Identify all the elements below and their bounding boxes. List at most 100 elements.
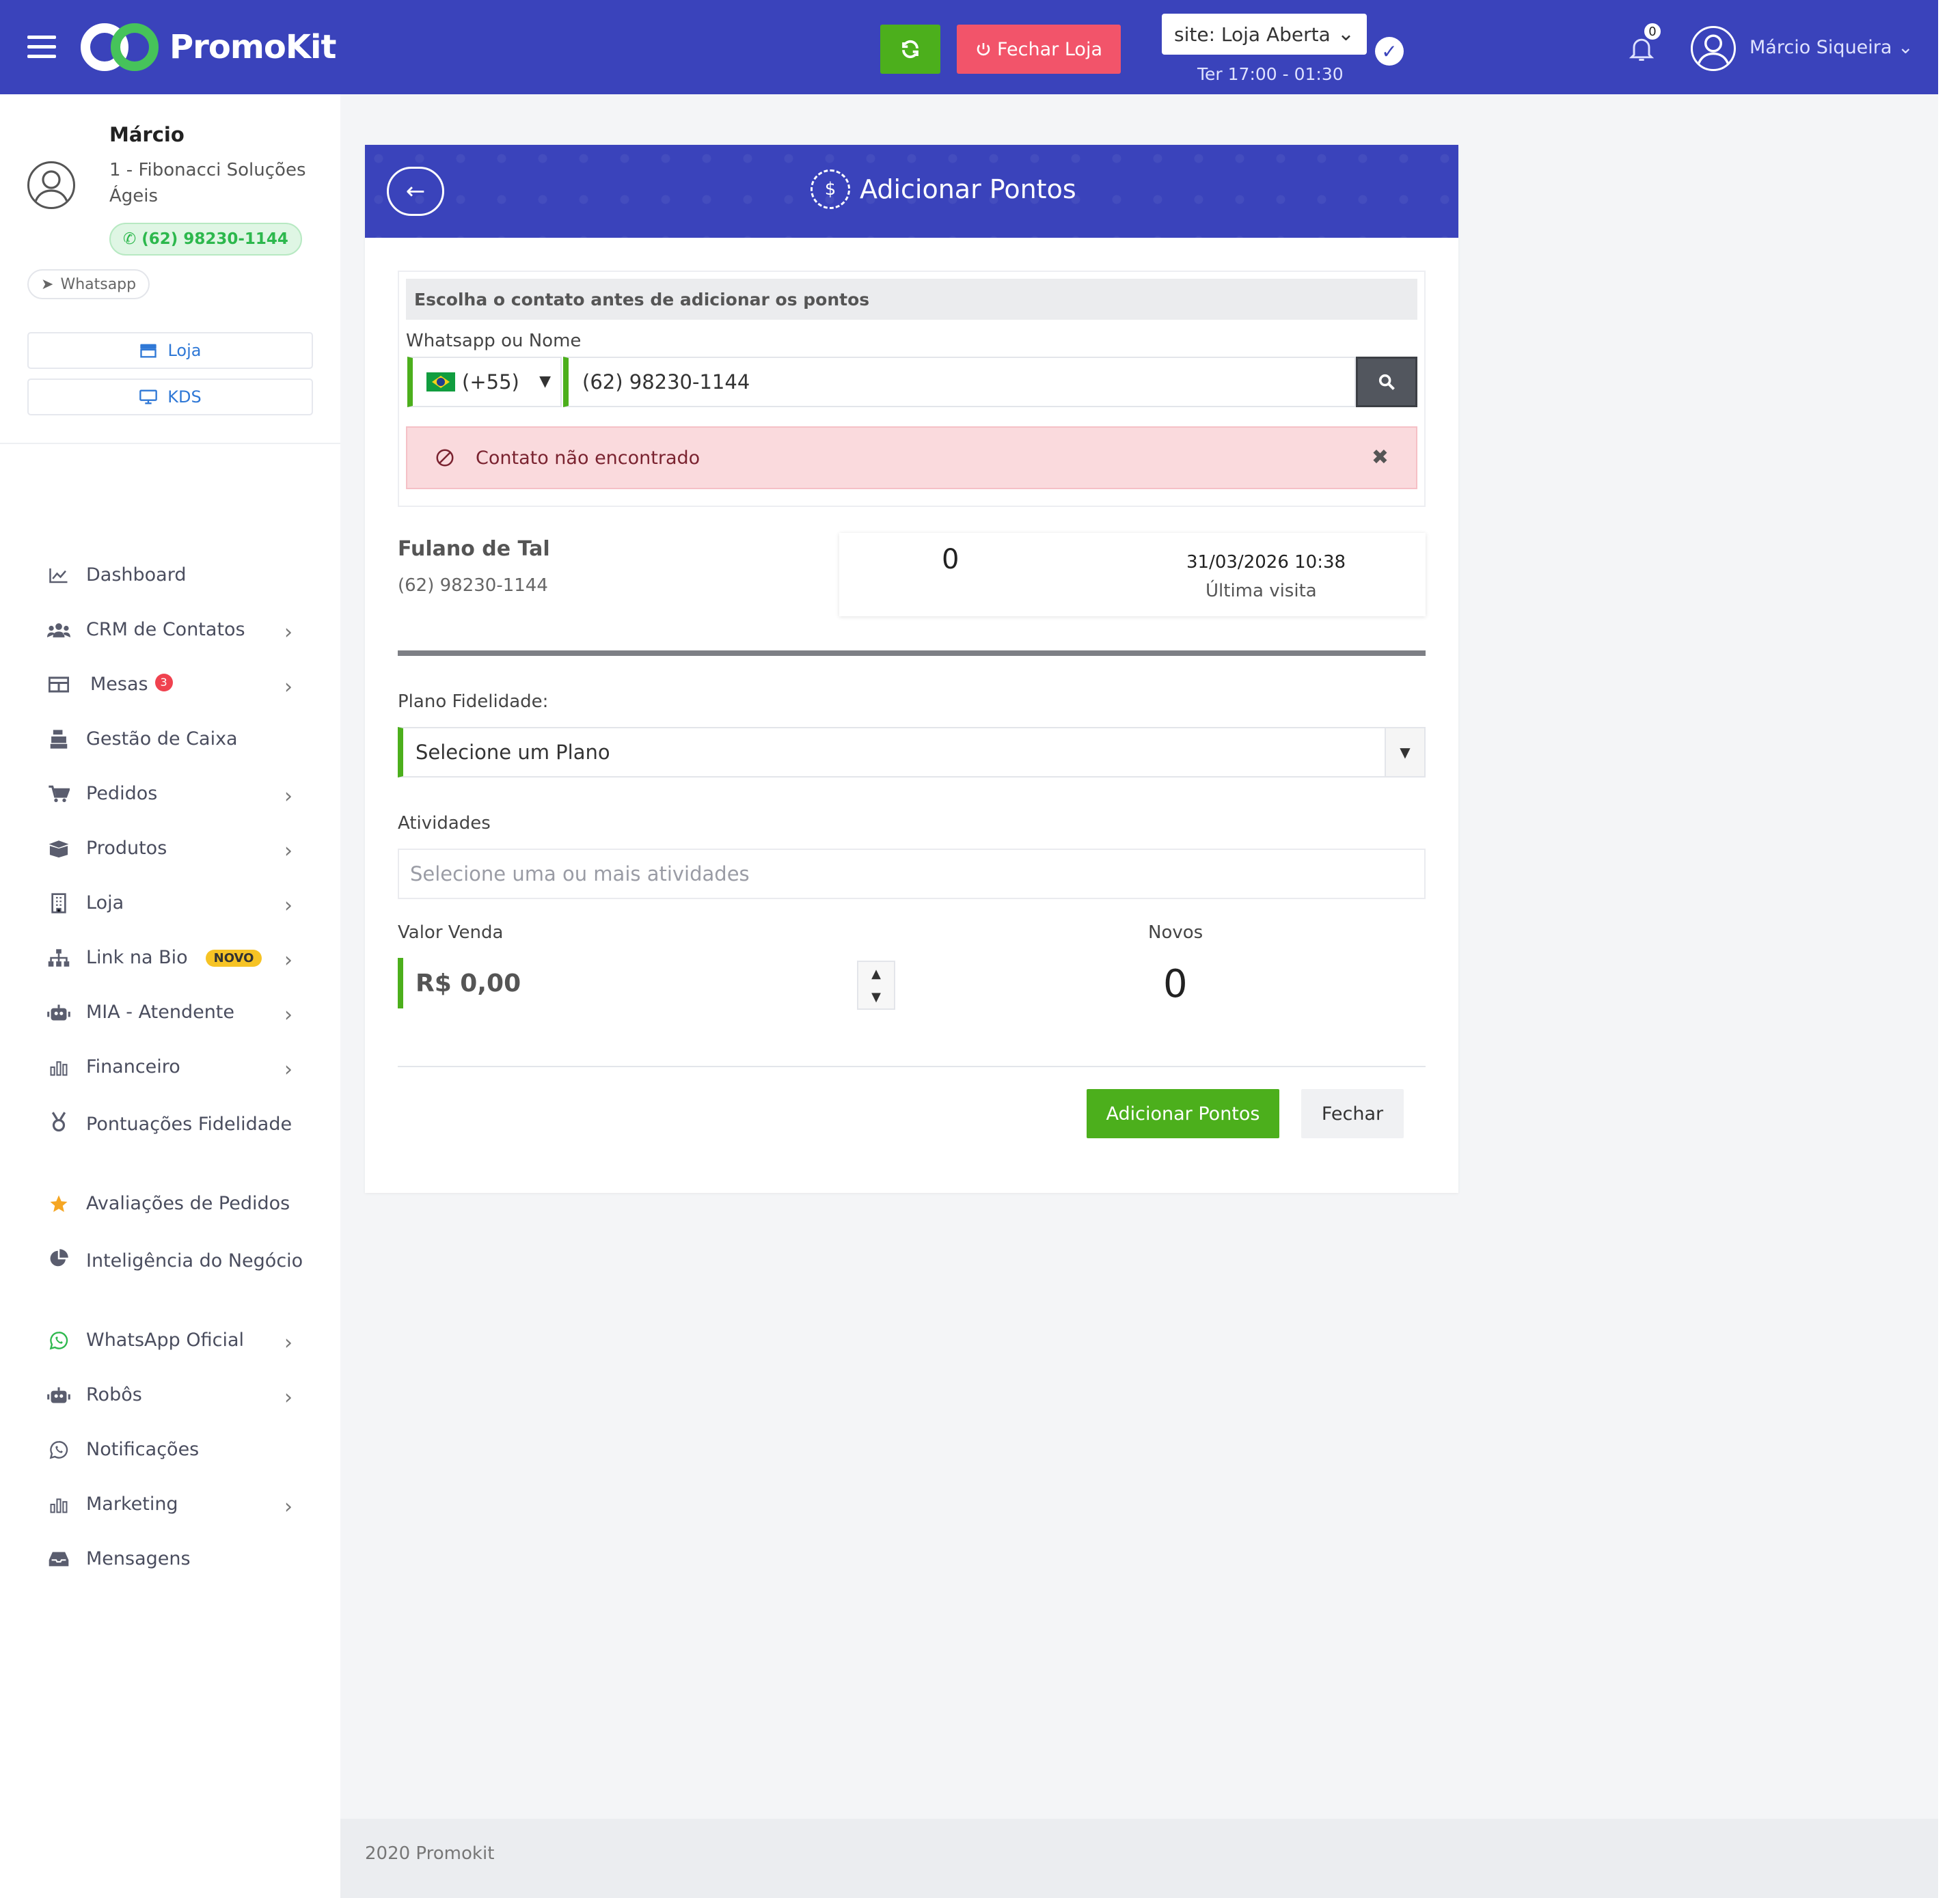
profile-phone-badge[interactable]: ✆ (62) 98230-1144 [109,223,302,256]
promokit-logo-icon [81,22,160,72]
section-divider [398,650,1426,656]
brand-logo[interactable]: PromoKit [81,22,336,72]
stepper-up-icon[interactable]: ▲ [858,962,894,985]
chevron-right-icon: › [284,1331,292,1355]
sidebar-item-label-wrap: Link na Bio NOVO [86,947,262,968]
kds-button[interactable]: KDS [27,379,313,415]
search-icon [1378,374,1395,390]
contact-panel: Escolha o contato antes de adicionar os … [398,271,1426,507]
activities-multiselect[interactable]: Selecione uma ou mais atividades [398,849,1426,899]
whatsapp-icon [46,1438,71,1462]
sale-value-label: Valor Venda [398,922,504,943]
back-button[interactable]: ← [387,167,444,216]
chevron-right-icon: › [284,1495,292,1519]
whatsapp-link[interactable]: ➤ Whatsapp [27,269,150,299]
profile-avatar [27,161,75,209]
robot-icon [46,1383,71,1407]
user-avatar[interactable] [1691,26,1736,71]
store-status-select[interactable]: site: Loja Aberta ⌄ [1162,14,1367,55]
kds-button-label: KDS [167,387,202,407]
customer-phone: (62) 98230-1144 [398,575,548,596]
sidebar-item-label-wrap: Mesas 3 [90,674,173,695]
user-menu-toggle[interactable]: Márcio Siqueira ⌄ [1750,37,1914,58]
close-store-button[interactable]: Fechar Loja [957,25,1121,74]
caret-down-icon: ▼ [1385,728,1424,776]
notification-count-badge: 0 [1643,22,1662,41]
loja-button[interactable]: Loja [27,332,313,369]
sidebar-item-label: CRM de Contatos [86,619,245,640]
contact-section-title: Escolha o contato antes de adicionar os … [406,279,1417,320]
refresh-icon [902,40,918,59]
close-icon[interactable]: ✖ [1372,445,1389,469]
sitemap-icon [46,946,71,970]
table-icon [46,672,71,697]
close-store-label: Fechar Loja [997,38,1102,60]
whatsapp-link-label: Whatsapp [60,275,137,293]
arrow-left-icon: ← [405,178,426,205]
activities-placeholder: Selecione uma ou mais atividades [410,862,750,885]
dollar-coin-icon: $ [811,169,850,209]
monitor-icon [139,389,158,404]
sale-value-stepper[interactable]: ▲ ▼ [857,961,895,1010]
sidebar-item-label: Robôs [86,1384,142,1405]
loyalty-plan-select[interactable]: Selecione um Plano ▼ [398,727,1426,778]
check-circle-icon: ✓ [1375,37,1404,66]
chevron-right-icon: › [284,839,292,863]
chevron-right-icon: › [284,1386,292,1409]
contact-field-label: Whatsapp ou Nome [406,331,582,351]
sidebar-item-label: Avaliações de Pedidos [86,1193,290,1214]
points-balance: 0 [942,544,959,575]
stepper-down-icon[interactable]: ▼ [858,985,894,1008]
phone-search-input[interactable] [563,357,1356,407]
bar-chart-icon [46,1492,71,1517]
sidebar-divider [0,443,340,444]
sidebar-item-label: Produtos [86,838,167,859]
sidebar-item-label: Gestão de Caixa [86,728,238,749]
card-title-label: Adicionar Pontos [860,174,1076,204]
cash-register-icon [46,727,71,752]
sidebar-item-label: Pedidos [86,783,158,804]
building-icon [46,891,71,916]
sidebar: Márcio 1 - Fibonacci Soluções Ágeis ✆ (6… [0,94,340,1898]
sidebar-item-label: Link na Bio [86,947,188,968]
hamburger-menu-icon[interactable] [27,36,56,59]
robot-icon [46,1000,71,1025]
profile-company: 1 - Fibonacci Soluções Ágeis [109,160,306,206]
profile-phone-label: (62) 98230-1144 [141,230,288,248]
country-code-value: (+55) [462,370,519,394]
novo-badge: NOVO [205,950,262,967]
alert-message: Contato não encontrado [476,447,700,469]
add-points-button[interactable]: Adicionar Pontos [1087,1089,1279,1138]
sidebar-item-label: Marketing [86,1494,178,1515]
chevron-down-icon: ⌄ [1898,37,1914,58]
contact-not-found-alert: Contato não encontrado ✖ [406,426,1417,489]
close-button[interactable]: Fechar [1301,1089,1404,1138]
chevron-right-icon: › [284,675,292,699]
inbox-icon [46,1547,71,1571]
refresh-button[interactable] [880,25,940,74]
users-icon [46,618,71,642]
sale-value-input[interactable]: R$ 0,00 [398,958,897,1008]
chevron-right-icon: › [284,1058,292,1082]
country-code-select[interactable]: (+55) ▼ [407,357,562,407]
new-points-label: Novos [1148,922,1203,943]
last-visit-label: Última visita [1206,581,1317,601]
chevron-right-icon: › [284,620,292,644]
sale-value: R$ 0,00 [416,969,521,998]
whatsapp-icon: ✆ [123,230,137,248]
search-button[interactable] [1356,357,1417,407]
brand-name: PromoKit [169,28,336,66]
sidebar-item-label: Inteligência do Negócio [86,1250,303,1271]
sidebar-item-label: Pontuações Fidelidade [86,1114,292,1135]
card-header: ← $ Adicionar Pontos [365,145,1458,238]
bar-chart-icon [46,1055,71,1079]
card-title: $ Adicionar Pontos [811,169,1076,209]
sidebar-item-label: Dashboard [86,564,187,586]
power-icon [977,43,990,56]
sidebar-item-label: MIA - Atendente [86,1002,235,1023]
add-points-card: ← $ Adicionar Pontos Escolha o contato a… [365,145,1458,1193]
chevron-right-icon: › [284,1003,292,1027]
store-status-value: site: Loja Aberta [1174,23,1331,46]
user-name-label: Márcio Siqueira [1750,37,1892,58]
customer-stats: 0 31/03/2026 10:38 Última visita [839,533,1426,616]
